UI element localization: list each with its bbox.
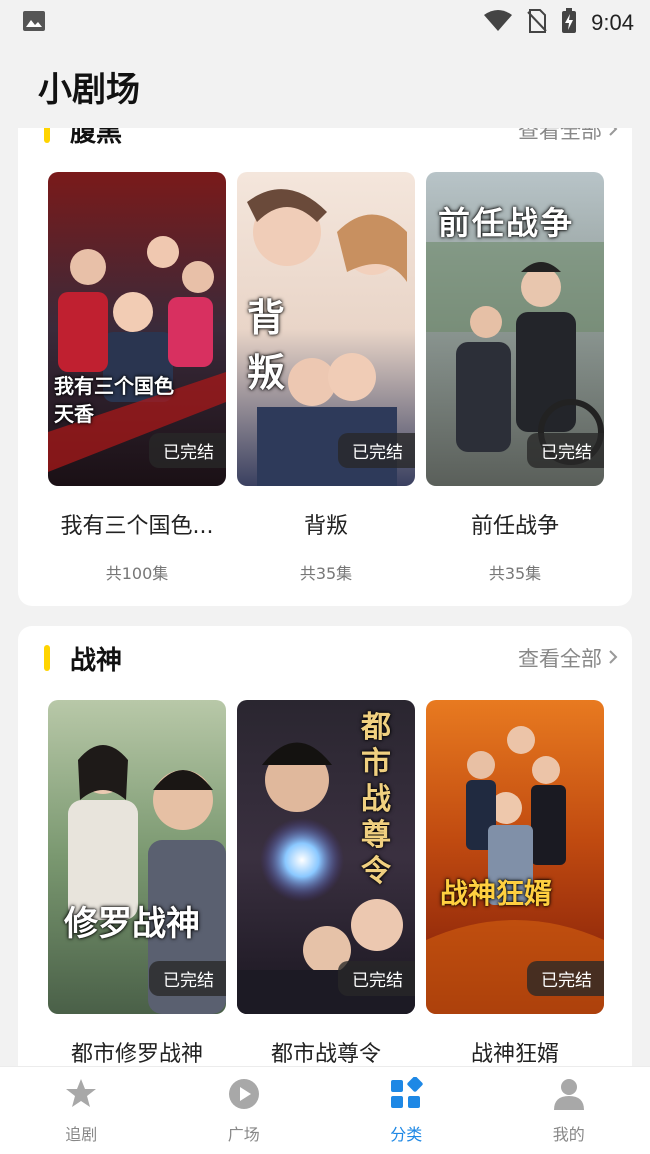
drama-card[interactable]: 背 叛 已完结 背叛 共35集 [237,172,415,584]
chevron-right-icon [602,646,618,670]
drama-title: 背叛 [303,514,348,539]
status-badge: 已完结 [149,961,226,996]
drama-card-row: 修罗战神 已完结 都市修罗战神 都市战尊令 已完结 都市战尊令 战神狂婿 已完结… [48,700,604,1066]
section-fuhei: 腹黑 查看全部 我有三个国色天香 已完结 我有三个国色... 共100集 背 叛… [18,128,632,606]
nav-tab-following[interactable]: 追剧 [26,1077,136,1145]
drama-card[interactable]: 修罗战神 已完结 都市修罗战神 [48,700,226,1066]
poster-title-text: 我有三个国色天香 [54,374,174,426]
nav-label: 我的 [552,1124,585,1144]
star-icon [63,1077,99,1115]
category-icon [388,1075,424,1115]
poster-title-text: 战神狂婿 [440,877,553,910]
poster-title-text: 背 叛 [247,295,316,395]
drama-poster[interactable]: 修罗战神 已完结 [48,700,226,1014]
page-title: 小剧场 [38,70,140,110]
clock: 9:04 [591,10,634,35]
drama-card[interactable]: 前任战争 已完结 前任战争 共35集 [426,172,604,584]
no-sim-icon [527,9,547,37]
drama-poster[interactable]: 背 叛 已完结 [237,172,415,486]
section-accent-bar [44,128,50,143]
drama-title: 前任战争 [470,514,559,539]
drama-poster[interactable]: 都市战尊令 已完结 [237,700,415,1014]
status-badge: 已完结 [149,433,226,468]
status-bar: 9:04 [0,0,650,46]
battery-charging-icon [561,8,577,38]
episode-count: 共35集 [488,564,542,583]
episode-count: 共35集 [299,564,353,583]
drama-card[interactable]: 都市战尊令 已完结 都市战尊令 [237,700,415,1066]
section-title: 战神 [70,645,123,676]
drama-title: 都市战尊令 [270,1042,381,1066]
nav-label: 追剧 [65,1124,98,1144]
status-badge: 已完结 [338,433,415,468]
wifi-icon [483,10,513,36]
nav-label: 广场 [227,1124,260,1144]
drama-card[interactable]: 我有三个国色天香 已完结 我有三个国色... 共100集 [48,172,226,584]
status-badge: 已完结 [338,961,415,996]
poster-title-text: 修罗战神 [64,904,200,944]
section-header: 腹黑 查看全部 [18,128,632,154]
gallery-notification-icon [22,10,46,36]
see-all-button[interactable]: 查看全部 [518,128,618,145]
section-title: 腹黑 [70,128,123,148]
drama-title: 我有三个国色... [60,514,214,539]
bottom-nav: 追剧 广场 分类 我的 [0,1066,650,1154]
status-badge: 已完结 [527,433,604,468]
section-accent-bar [44,645,50,671]
drama-title: 战神狂婿 [470,1042,559,1066]
status-badge: 已完结 [527,961,604,996]
section-zhanshen: 战神 查看全部 修罗战神 已完结 都市修罗战神 都市战尊令 已完结 都市战尊令 … [18,626,632,1066]
section-header: 战神 查看全部 [18,634,632,682]
drama-title: 都市修罗战神 [70,1042,203,1066]
see-all-label: 查看全部 [518,647,602,671]
poster-title-text: 都市战尊令 [361,710,391,889]
nav-tab-plaza[interactable]: 广场 [189,1077,299,1145]
play-icon [226,1077,262,1115]
nav-label: 分类 [390,1124,423,1144]
content-scroll[interactable]: 腹黑 查看全部 我有三个国色天香 已完结 我有三个国色... 共100集 背 叛… [0,128,650,1066]
episode-count: 共100集 [105,564,169,583]
nav-tab-mine[interactable]: 我的 [514,1077,624,1145]
nav-tab-category[interactable]: 分类 [351,1075,461,1145]
see-all-label: 查看全部 [518,128,602,143]
drama-poster[interactable]: 战神狂婿 已完结 [426,700,604,1014]
drama-card-row: 我有三个国色天香 已完结 我有三个国色... 共100集 背 叛 已完结 背叛 … [48,172,604,584]
see-all-button[interactable]: 查看全部 [518,643,618,673]
chevron-right-icon [602,128,618,142]
poster-title-text: 前任战争 [438,204,575,242]
person-icon [551,1077,587,1115]
drama-poster[interactable]: 我有三个国色天香 已完结 [48,172,226,486]
drama-card[interactable]: 战神狂婿 已完结 战神狂婿 [426,700,604,1066]
drama-poster[interactable]: 前任战争 已完结 [426,172,604,486]
